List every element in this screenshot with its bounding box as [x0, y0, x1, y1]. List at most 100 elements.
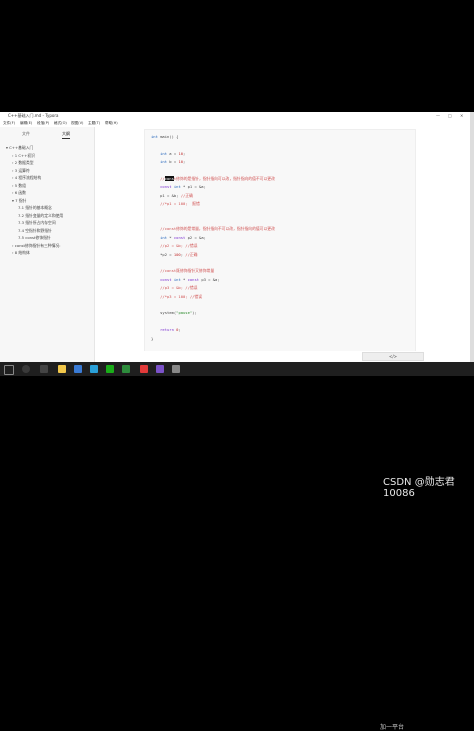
code-token: //p3 = &b; //错误 [151, 285, 198, 291]
outline-item-label: 7.5 const修饰指针 [18, 235, 51, 240]
minimize-button[interactable]: — [436, 112, 440, 120]
code-line: //*p1 = 100; 报错 [151, 201, 200, 207]
edge-browser-icon[interactable] [74, 365, 82, 373]
code-token: int [151, 134, 158, 139]
code-token: //*p1 = 100; 报错 [151, 201, 200, 207]
menu-help[interactable]: 帮助(H) [105, 120, 118, 127]
code-token: ; [178, 327, 181, 333]
code-token: int [173, 276, 181, 282]
code-token: //p2 = &b; //错误 [151, 243, 198, 249]
outline-item[interactable]: 7.2 指针变量的定义和使用 [18, 213, 63, 219]
source-mode-button[interactable]: </> [362, 352, 424, 361]
code-token: * [167, 234, 174, 240]
code-line: p1 = &b; //正确 [151, 193, 193, 199]
code-line: int * const p2 = &a; [151, 235, 206, 240]
outline-item[interactable]: 7.3 指针所占内存空间 [18, 220, 56, 226]
code-token: ); [192, 310, 197, 316]
outline-item[interactable]: › 3 运算符 [12, 168, 30, 174]
menu-file[interactable]: 文件(F) [3, 120, 15, 127]
menu-bar: 文件(F) 编辑(E) 段落(P) 格式(O) 视图(V) 主题(T) 帮助(H… [0, 120, 474, 127]
close-button[interactable]: ✕ [460, 112, 463, 120]
code-token: const [151, 184, 172, 190]
menu-edit[interactable]: 编辑(E) [20, 120, 32, 127]
code-token: //const修饰的是常量，指针指向不可以改，指针指向的值可以更改 [151, 226, 275, 232]
code-token: // [151, 176, 165, 181]
code-token: const [173, 234, 186, 240]
outline-item-label: 2 数据类型 [14, 160, 34, 165]
outline-item[interactable]: ▾ C++基础入门 [6, 145, 33, 151]
code-token: //正确 [180, 192, 193, 198]
code-token: p1 = &b; [151, 192, 181, 198]
maximize-button[interactable]: □ [448, 112, 452, 120]
outline-item[interactable]: 7.4 空指针和野指针 [18, 228, 52, 234]
outline-item-label: 7.1 指针的基本概念 [18, 205, 52, 210]
outline-item-label: 7.2 指针变量的定义和使用 [18, 212, 64, 218]
outline-item-label: 7 指针 [15, 197, 27, 203]
code-token: int [151, 159, 168, 165]
title-bar: C++基础入门.md - Typora — □ ✕ [0, 112, 474, 120]
green-app-icon[interactable] [122, 365, 130, 373]
code-token: int [173, 184, 181, 190]
code-line: return 0; [151, 327, 181, 332]
code-token: p2 = &a; [185, 234, 206, 240]
outline-item[interactable]: › 5 数组 [12, 183, 26, 189]
red-app-icon[interactable] [140, 365, 148, 373]
menu-paragraph[interactable]: 段落(P) [37, 120, 49, 127]
editor-area[interactable]: int main() { int a = 10; int b = 10; //c… [96, 127, 474, 362]
search-icon[interactable] [22, 365, 30, 373]
outline-item-label: 3 运算符 [14, 167, 30, 173]
typora-icon[interactable] [172, 365, 180, 373]
code-token: return [151, 327, 174, 333]
code-token: t修饰的是指针，指针指向可以改，指针指向的值不可以更改 [173, 176, 275, 181]
outline-item[interactable]: 7.1 指针的基本概念 [18, 205, 52, 211]
csdn-watermark: CSDN @勋志君10086 [383, 477, 455, 499]
visual-studio-icon[interactable] [156, 365, 164, 373]
outline-item[interactable]: 7.5 const修饰指针 [18, 235, 51, 241]
tab-outline[interactable]: 大纲 [62, 131, 70, 139]
code-line: //const既修饰指针又修饰常量 [151, 268, 214, 274]
code-token: 100 [173, 251, 181, 257]
outline-item-label: 1 C++初识 [14, 152, 35, 158]
code-token: const [151, 276, 172, 282]
code-token: } [151, 335, 154, 341]
code-line: //const修饰的是指针，指针指向可以改，指针指向的值不可以更改 [151, 176, 275, 182]
tab-files[interactable]: 文件 [22, 131, 30, 137]
windows-start-icon[interactable] [4, 365, 14, 375]
code-token: "pause" [176, 310, 193, 316]
outline-item[interactable]: ▾ 7 指针 [12, 198, 26, 204]
window-title: C++基础入门.md - Typora [8, 113, 59, 118]
sidebar-tabs: 文件 大纲 [0, 130, 94, 140]
outline-item[interactable]: › const修饰指针有三种情况: [12, 243, 60, 249]
window-scrollbar[interactable] [470, 112, 474, 362]
outline-item[interactable]: › 6 函数 [12, 190, 26, 196]
file-explorer-icon[interactable] [58, 365, 66, 373]
code-line: //p3 = &b; //错误 [151, 285, 197, 291]
outline-item-label: const修饰指针有三种情况: [14, 242, 61, 248]
outline-item-label: 5 数组 [14, 182, 26, 188]
menu-format[interactable]: 格式(O) [54, 120, 67, 127]
code-line: system("pause"); [151, 310, 197, 315]
outline-item[interactable]: › 4 程序流程结构 [12, 175, 41, 181]
outline-item-label: 7.4 空指针和野指针 [18, 227, 52, 233]
status-bar: </> [96, 351, 474, 362]
overlay-text: 加一平台 [380, 724, 405, 731]
code-token: int [151, 234, 168, 240]
outline-item[interactable]: › 1 C++初识 [12, 153, 35, 159]
code-token: * p1 = &a; [180, 184, 206, 190]
wechat-icon[interactable] [106, 365, 114, 373]
code-token: ; [183, 159, 186, 165]
code-token: * [180, 276, 188, 282]
code-token: system( [151, 310, 177, 316]
task-view-icon[interactable] [40, 365, 48, 373]
outline-item[interactable]: › 8 结构体 [12, 250, 30, 256]
code-token: b = [167, 159, 179, 165]
menu-theme[interactable]: 主题(T) [88, 120, 100, 127]
code-block[interactable]: int main() { int a = 10; int b = 10; //c… [144, 129, 416, 353]
outline-item[interactable]: › 2 数据类型 [12, 160, 34, 166]
code-token: //const既修饰指针又修饰常量 [151, 268, 215, 274]
code-token: a = [167, 150, 179, 156]
qq-icon[interactable] [90, 365, 98, 373]
menu-view[interactable]: 视图(V) [71, 120, 83, 127]
taskbar: 加一平台 [0, 362, 474, 731]
code-line: //*p3 = 100; //错误 [151, 294, 202, 300]
